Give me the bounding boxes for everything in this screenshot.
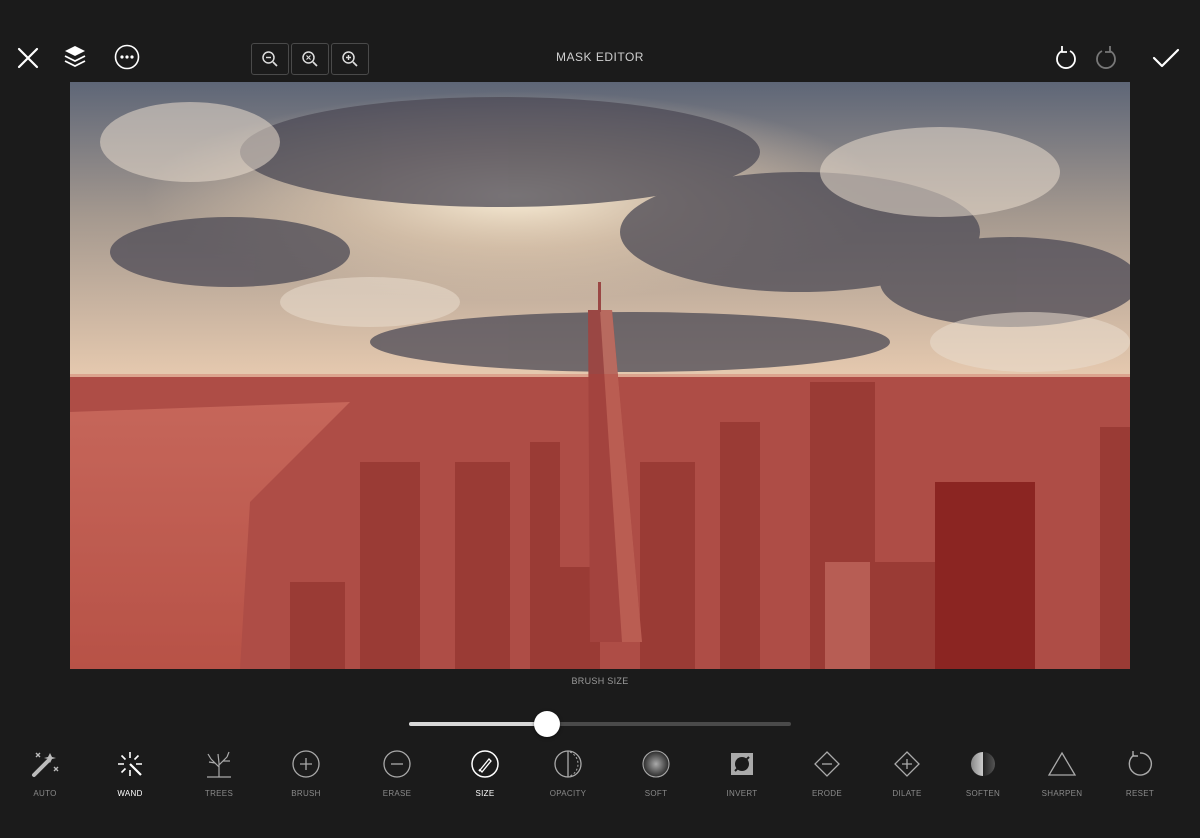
tool-label: SHARPEN xyxy=(1041,789,1083,798)
tool-dilate[interactable]: DILATE xyxy=(872,740,942,798)
tool-trees[interactable]: TREES xyxy=(184,740,254,798)
tool-label: SOFTEN xyxy=(965,789,1001,798)
tool-brush[interactable]: BRUSH xyxy=(271,740,341,798)
tool-auto[interactable]: AUTO xyxy=(10,740,80,798)
tool-label: BRUSH xyxy=(291,789,321,798)
diamond-minus-icon xyxy=(811,748,843,780)
diamond-plus-icon xyxy=(891,748,923,780)
brush-circle-icon xyxy=(469,748,501,780)
tool-label: INVERT xyxy=(726,789,758,798)
page-title: MASK EDITOR xyxy=(556,50,644,64)
tool-label: RESET xyxy=(1125,789,1155,798)
half-circle-icon xyxy=(552,748,584,780)
tool-label: WAND xyxy=(117,789,143,798)
tool-soft[interactable]: SOFT xyxy=(621,740,691,798)
tool-opacity[interactable]: OPACITY xyxy=(533,740,603,798)
tool-erode[interactable]: ERODE xyxy=(792,740,862,798)
tool-label: OPACITY xyxy=(549,789,587,798)
top-toolbar: MASK EDITOR xyxy=(0,0,1200,82)
done-button[interactable] xyxy=(1150,44,1182,72)
tool-wand[interactable]: WAND xyxy=(95,740,165,798)
undo-button[interactable] xyxy=(1052,44,1080,72)
tool-label: SIZE xyxy=(475,789,495,798)
slider-fill xyxy=(409,722,547,726)
brush-size-slider[interactable] xyxy=(409,710,791,738)
tool-label: ERASE xyxy=(382,789,412,798)
soft-circle-icon xyxy=(640,748,672,780)
tool-label: AUTO xyxy=(33,789,57,798)
tool-soften[interactable]: SOFTEN xyxy=(948,740,1018,798)
tool-label: DILATE xyxy=(892,789,922,798)
undo-icon xyxy=(1056,46,1076,69)
tool-erase[interactable]: ERASE xyxy=(362,740,432,798)
minus-circle-icon xyxy=(381,748,413,780)
tool-invert[interactable]: INVERT xyxy=(707,740,777,798)
magic-wand-sparkle-icon xyxy=(114,748,146,780)
slider-thumb[interactable] xyxy=(534,711,560,737)
tree-icon xyxy=(203,748,235,780)
mask-canvas[interactable] xyxy=(70,82,1130,669)
tool-label: TREES xyxy=(204,789,234,798)
redo-button[interactable] xyxy=(1092,44,1120,72)
tool-sharpen[interactable]: SHARPEN xyxy=(1027,740,1097,798)
plus-circle-icon xyxy=(290,748,322,780)
brush-size-label: BRUSH SIZE xyxy=(571,676,629,686)
gradient-circle-icon xyxy=(967,748,999,780)
tool-reset[interactable]: RESET xyxy=(1105,740,1175,798)
magic-wand-auto-icon xyxy=(29,748,61,780)
mask-tools-bar: AUTO WAND TREES BRUSH ERASE SIZE OPACITY… xyxy=(0,740,1200,810)
triangle-icon xyxy=(1046,748,1078,780)
tool-label: SOFT xyxy=(644,789,668,798)
city-skyline-photo xyxy=(70,82,1130,669)
tool-size[interactable]: SIZE xyxy=(450,740,520,798)
redo-icon xyxy=(1096,46,1116,69)
invert-square-icon xyxy=(726,748,758,780)
checkmark-icon xyxy=(1152,48,1180,68)
reset-icon xyxy=(1124,748,1156,780)
tool-label: ERODE xyxy=(812,789,842,798)
